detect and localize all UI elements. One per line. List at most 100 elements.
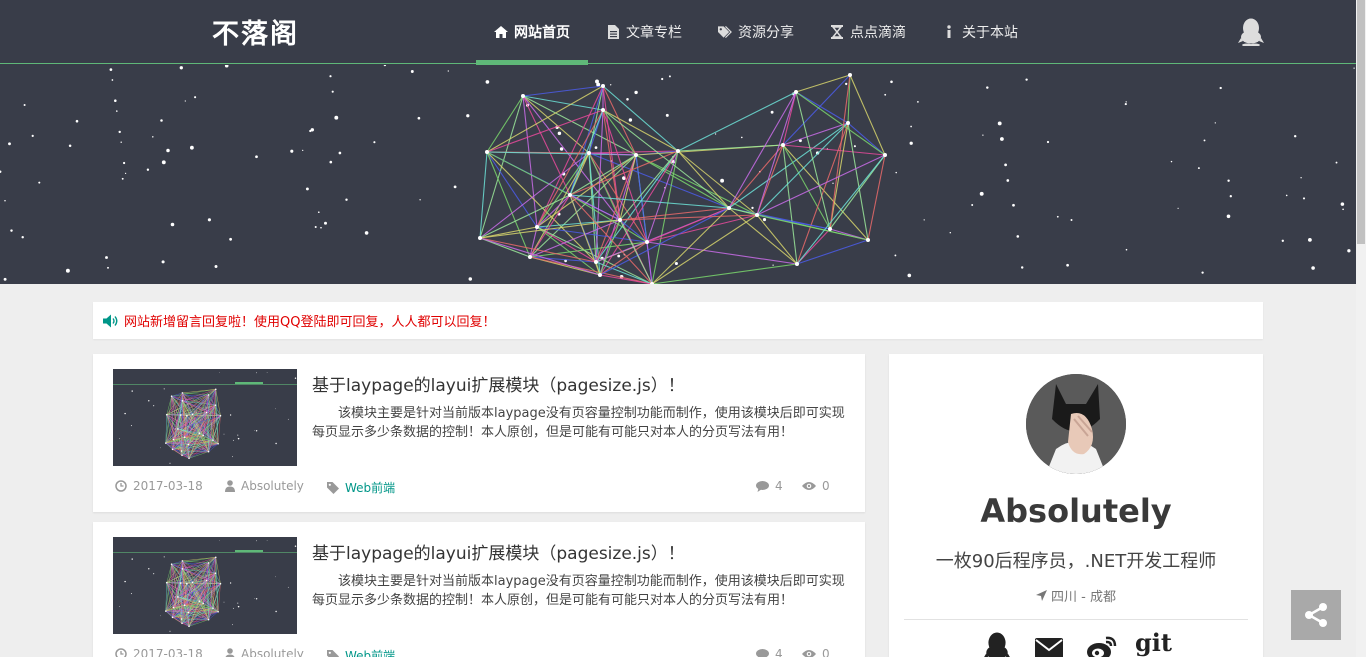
star [124, 580, 126, 583]
star [329, 160, 333, 164]
star [190, 145, 194, 150]
network-node [601, 84, 605, 88]
star [309, 129, 312, 133]
network-line [796, 122, 849, 265]
nav-item-resources[interactable]: 资源分享 [700, 0, 812, 64]
network-node [478, 236, 482, 240]
article-thumbnail[interactable] [113, 369, 297, 466]
network-node [828, 227, 832, 231]
star [557, 131, 562, 136]
network-node [180, 618, 183, 620]
tags-icon [718, 25, 732, 39]
star [1020, 266, 1024, 269]
site-logo[interactable]: 不落阁 [212, 12, 299, 51]
article-thumbnail[interactable] [113, 537, 297, 634]
network-node [755, 213, 759, 217]
article-author: Absolutely [225, 647, 304, 657]
star [1177, 207, 1179, 209]
git-icon[interactable]: git [1135, 628, 1172, 657]
star [159, 447, 161, 449]
nav-item-home[interactable]: 网站首页 [476, 0, 588, 65]
network-line [782, 144, 886, 156]
star [917, 101, 919, 103]
network-node [521, 94, 525, 98]
star [628, 118, 633, 122]
star [146, 168, 150, 171]
page-scrollbar[interactable] [1356, 0, 1366, 657]
star [124, 172, 127, 175]
network-line [867, 154, 886, 241]
star [617, 254, 621, 258]
qq-icon[interactable] [983, 632, 1011, 657]
network-node [205, 579, 208, 582]
network-node [179, 582, 182, 584]
category-link[interactable]: Web前端 [345, 479, 395, 496]
star [3, 277, 7, 281]
nav-item-about[interactable]: 关于本站 [924, 0, 1036, 64]
info-icon [942, 25, 956, 39]
article-category: Web前端 [327, 647, 395, 657]
star [8, 142, 11, 146]
star [1025, 78, 1028, 81]
article-card: 基于laypage的layui扩展模块（pagesize.js）！ 该模块主要是… [93, 522, 865, 657]
star [219, 372, 220, 373]
avatar[interactable] [1026, 374, 1126, 474]
share-icon [1305, 603, 1327, 627]
star [907, 273, 912, 278]
star [153, 573, 155, 575]
star [999, 137, 1004, 141]
location-text: 四川 - 成都 [1051, 590, 1116, 605]
star [160, 119, 163, 122]
weibo-icon[interactable] [1087, 636, 1117, 657]
star [1124, 103, 1127, 106]
network-node [183, 436, 186, 438]
network-line [486, 109, 604, 153]
nav-item-articles[interactable]: 文章专栏 [588, 0, 700, 64]
star [1229, 195, 1232, 198]
network-node [198, 600, 201, 602]
user-icon [225, 480, 235, 492]
star [184, 100, 186, 102]
star [275, 610, 277, 613]
star [1197, 167, 1200, 170]
star [314, 225, 317, 229]
star [1285, 194, 1288, 197]
category-link[interactable]: Web前端 [345, 647, 395, 657]
share-button[interactable] [1291, 590, 1341, 640]
nav-label: 资源分享 [738, 25, 794, 41]
network-node [676, 149, 680, 153]
volume-icon [103, 314, 118, 327]
star [1125, 101, 1127, 103]
network-line [522, 95, 590, 154]
network-node [177, 596, 179, 598]
article-title[interactable]: 基于laypage的layui扩展模块（pagesize.js）！ [312, 371, 685, 396]
network-node [172, 606, 175, 609]
star [740, 136, 743, 139]
star [986, 86, 989, 89]
star [971, 204, 974, 206]
scrollbar-thumb[interactable] [1357, 0, 1365, 244]
network-node [165, 442, 167, 444]
qq-login-icon[interactable] [1238, 18, 1264, 47]
network-node [181, 400, 184, 402]
network-node [795, 262, 799, 266]
network-node [187, 611, 190, 614]
star [772, 264, 774, 266]
network-node [217, 442, 219, 445]
network-node [198, 432, 201, 434]
article-title[interactable]: 基于laypage的layui扩展模块（pagesize.js）！ [312, 539, 685, 564]
star [923, 219, 925, 221]
star [131, 390, 133, 392]
network-line [782, 122, 849, 146]
star [668, 75, 671, 78]
star [324, 221, 327, 225]
network-node [217, 610, 219, 613]
network-line [166, 564, 172, 583]
thumb-navbar [113, 369, 297, 384]
star [169, 462, 171, 464]
star [169, 630, 171, 632]
star [255, 598, 258, 600]
nav-item-moments[interactable]: 点点滴滴 [812, 0, 924, 64]
mail-icon[interactable] [1035, 638, 1063, 657]
star [0, 170, 2, 173]
